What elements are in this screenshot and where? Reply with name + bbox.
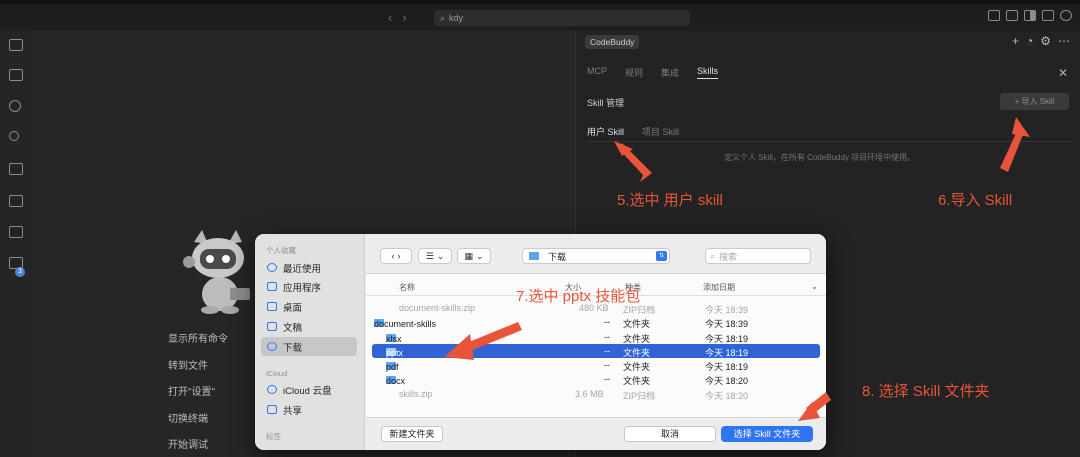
annotation-step-8: 8. 选择 Skill 文件夹 bbox=[862, 383, 990, 400]
arrow-7-head-icon bbox=[444, 334, 474, 360]
annotation-step-7: 7.选中 pptx 技能包 bbox=[516, 288, 641, 305]
arrow-7-icon bbox=[464, 322, 522, 352]
annotation-step-5: 5.选中 用户 skill bbox=[617, 192, 723, 209]
arrow-6-head-icon bbox=[1012, 117, 1030, 137]
arrow-6-icon bbox=[1000, 129, 1024, 172]
app-window: ‹ › ⌕ kdy 3 显示所有命令 转到文件 打开"设置" 切换终端 开始调试… bbox=[0, 0, 1080, 457]
annotation-step-6: 6.导入 Skill bbox=[938, 192, 1013, 209]
